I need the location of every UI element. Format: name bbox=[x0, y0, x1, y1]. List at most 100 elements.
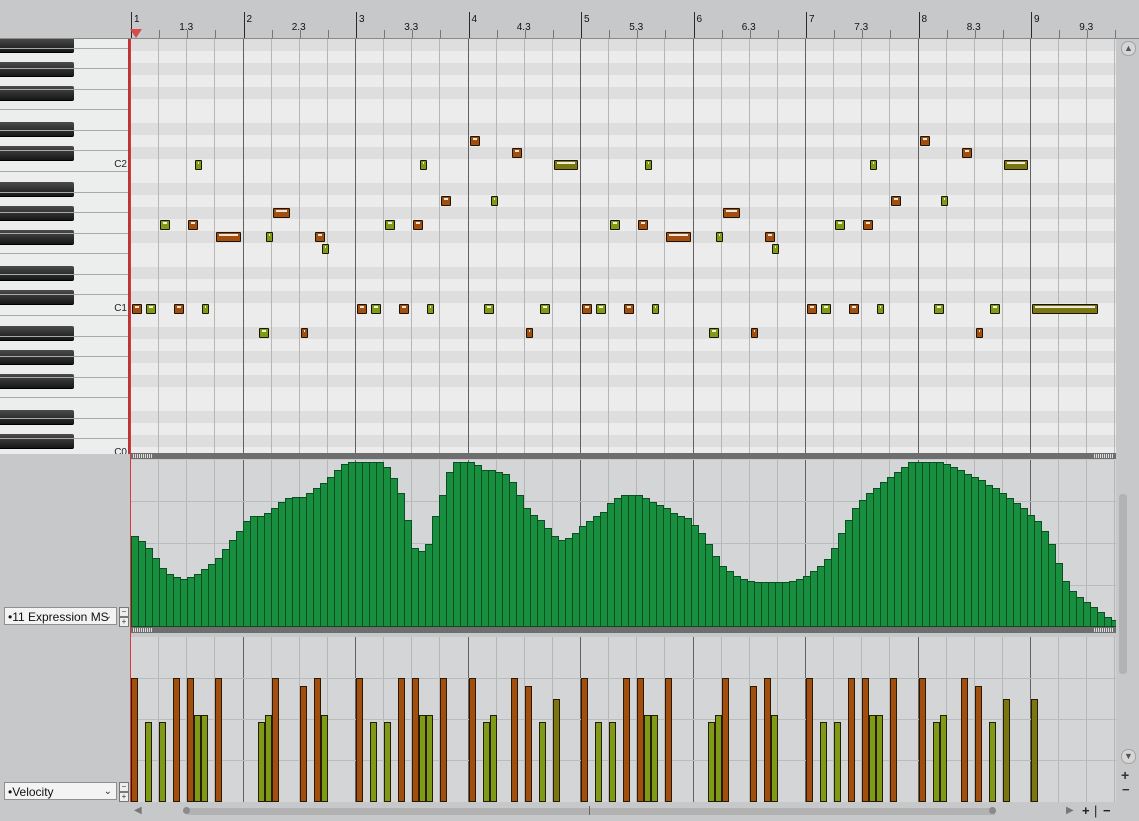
midi-note[interactable] bbox=[870, 160, 878, 170]
midi-note[interactable] bbox=[195, 160, 203, 170]
velocity-bar[interactable] bbox=[848, 678, 856, 802]
splitter-grip-left[interactable] bbox=[133, 628, 153, 632]
cc-lane-splitter[interactable] bbox=[131, 627, 1116, 633]
midi-note[interactable] bbox=[821, 304, 832, 314]
black-key[interactable] bbox=[0, 39, 74, 53]
velocity-bar[interactable] bbox=[1031, 699, 1038, 802]
midi-note[interactable] bbox=[715, 232, 723, 242]
velocity-bar[interactable] bbox=[552, 699, 560, 802]
midi-note[interactable] bbox=[610, 220, 621, 230]
velocity-bar[interactable] bbox=[623, 678, 631, 802]
midi-note[interactable] bbox=[771, 244, 779, 254]
velocity-bar[interactable] bbox=[271, 678, 279, 802]
lane-add-icon[interactable]: + bbox=[119, 792, 129, 802]
velocity-bar[interactable] bbox=[714, 715, 722, 802]
splitter-grip-right[interactable] bbox=[1094, 454, 1114, 458]
velocity-bar[interactable] bbox=[384, 722, 392, 802]
velocity-bar[interactable] bbox=[960, 678, 968, 802]
velocity-bar[interactable] bbox=[510, 678, 518, 802]
velocity-bar[interactable] bbox=[313, 678, 321, 802]
lane-collapse-icon[interactable]: − bbox=[119, 782, 129, 792]
midi-note[interactable] bbox=[188, 220, 199, 230]
cc-lane-selector[interactable]: •11 Expression MS ⌄ bbox=[4, 607, 117, 625]
velocity-bar[interactable] bbox=[131, 678, 138, 802]
velocity-bar[interactable] bbox=[419, 715, 427, 802]
velocity-bar[interactable] bbox=[820, 722, 828, 802]
velocity-bar[interactable] bbox=[194, 715, 202, 802]
midi-note[interactable] bbox=[750, 328, 758, 338]
zoom-in-vertical-icon[interactable]: + bbox=[1121, 767, 1129, 783]
velocity-bar[interactable] bbox=[806, 678, 813, 802]
midi-note[interactable] bbox=[975, 328, 983, 338]
velocity-bar[interactable] bbox=[665, 678, 673, 802]
velocity-bar[interactable] bbox=[939, 715, 947, 802]
scroll-thumb-start-handle[interactable] bbox=[183, 807, 190, 814]
midi-note[interactable] bbox=[961, 148, 972, 158]
midi-note[interactable] bbox=[1032, 304, 1099, 314]
cc-lane[interactable] bbox=[131, 460, 1116, 627]
velocity-bar[interactable] bbox=[721, 678, 729, 802]
velocity-bar[interactable] bbox=[538, 722, 546, 802]
velocity-bar[interactable] bbox=[637, 678, 645, 802]
black-key[interactable] bbox=[0, 326, 74, 341]
velocity-bar[interactable] bbox=[159, 722, 167, 802]
black-key[interactable] bbox=[0, 434, 74, 449]
black-key[interactable] bbox=[0, 146, 74, 161]
zoom-out-horizontal-icon[interactable]: − bbox=[1103, 803, 1111, 818]
midi-note[interactable] bbox=[265, 232, 273, 242]
velocity-bar[interactable] bbox=[876, 715, 884, 802]
midi-note[interactable] bbox=[160, 220, 171, 230]
midi-note[interactable] bbox=[490, 196, 498, 206]
midi-note[interactable] bbox=[722, 208, 740, 218]
velocity-bar[interactable] bbox=[834, 722, 842, 802]
midi-note[interactable] bbox=[666, 232, 691, 242]
vertical-scrollbar[interactable]: ▲ ▼ + − bbox=[1116, 39, 1139, 809]
velocity-bar[interactable] bbox=[482, 722, 490, 802]
vertical-scroll-thumb[interactable] bbox=[1119, 494, 1127, 674]
midi-note[interactable] bbox=[940, 196, 948, 206]
velocity-bar[interactable] bbox=[173, 678, 181, 802]
horizontal-scroll-thumb[interactable] bbox=[186, 808, 996, 815]
zoom-out-vertical-icon[interactable]: − bbox=[1122, 782, 1130, 797]
velocity-bar[interactable] bbox=[524, 686, 532, 802]
midi-note[interactable] bbox=[413, 220, 424, 230]
black-key[interactable] bbox=[0, 182, 74, 197]
black-key[interactable] bbox=[0, 350, 74, 365]
velocity-bar[interactable] bbox=[862, 678, 870, 802]
horizontal-scrollbar[interactable]: ◀ ▶ bbox=[131, 803, 1139, 821]
midi-note[interactable] bbox=[371, 304, 382, 314]
midi-note[interactable] bbox=[146, 304, 157, 314]
velocity-bar[interactable] bbox=[215, 678, 223, 802]
midi-note[interactable] bbox=[652, 304, 660, 314]
velocity-bar[interactable] bbox=[890, 678, 898, 802]
velocity-bar[interactable] bbox=[770, 715, 778, 802]
midi-note[interactable] bbox=[202, 304, 210, 314]
velocity-bar[interactable] bbox=[398, 678, 406, 802]
scroll-right-icon[interactable]: ▶ bbox=[1066, 805, 1074, 816]
midi-note[interactable] bbox=[511, 148, 522, 158]
midi-note[interactable] bbox=[596, 304, 607, 314]
midi-note[interactable] bbox=[469, 136, 480, 146]
midi-note[interactable] bbox=[174, 304, 185, 314]
midi-note[interactable] bbox=[933, 304, 944, 314]
velocity-bar[interactable] bbox=[257, 722, 265, 802]
midi-note[interactable] bbox=[553, 160, 578, 170]
velocity-bar[interactable] bbox=[749, 686, 757, 802]
velocity-bar[interactable] bbox=[869, 715, 877, 802]
piano-keyboard[interactable]: C2 C1 C0 bbox=[0, 39, 130, 454]
midi-note[interactable] bbox=[300, 328, 308, 338]
black-key[interactable] bbox=[0, 62, 74, 77]
velocity-bar[interactable] bbox=[489, 715, 497, 802]
midi-note[interactable] bbox=[989, 304, 1000, 314]
midi-note[interactable] bbox=[357, 304, 368, 314]
midi-note[interactable] bbox=[314, 232, 325, 242]
midi-note[interactable] bbox=[441, 196, 452, 206]
midi-note[interactable] bbox=[525, 328, 533, 338]
velocity-lane[interactable] bbox=[131, 637, 1116, 802]
midi-note[interactable] bbox=[272, 208, 290, 218]
black-key[interactable] bbox=[0, 206, 74, 221]
scroll-up-icon[interactable]: ▲ bbox=[1121, 41, 1136, 56]
midi-note[interactable] bbox=[807, 304, 818, 314]
velocity-bar[interactable] bbox=[595, 722, 603, 802]
velocity-bar[interactable] bbox=[426, 715, 434, 802]
